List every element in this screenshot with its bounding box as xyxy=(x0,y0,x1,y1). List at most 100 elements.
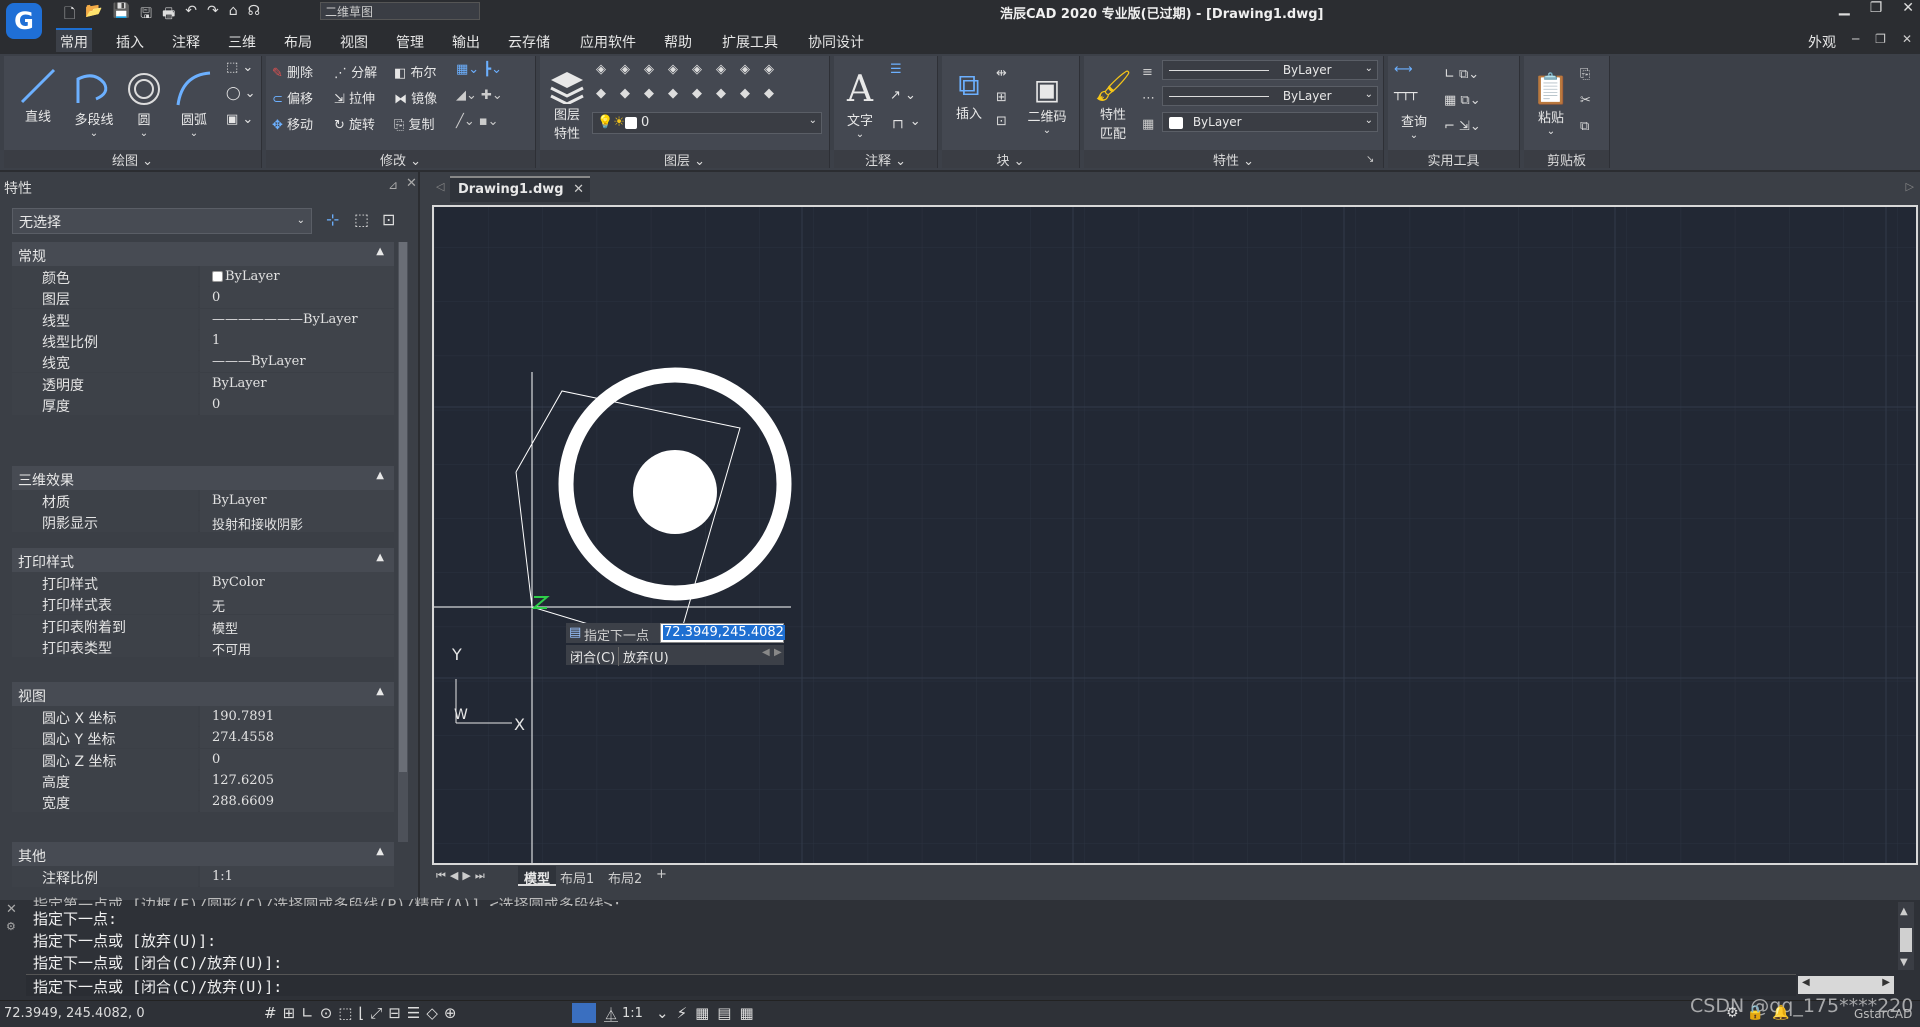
query-button[interactable]: 查询 ⌄ xyxy=(1394,104,1434,148)
doc-minimize-icon[interactable]: ─ xyxy=(1852,32,1859,46)
app-logo[interactable]: G xyxy=(6,3,42,39)
property-value[interactable]: 1 xyxy=(200,329,394,351)
palette-close-icon[interactable]: ✕ xyxy=(406,176,417,191)
donut-inner[interactable] xyxy=(633,450,717,534)
tab-right-arrow[interactable]: ▷ xyxy=(1906,180,1914,193)
command-input[interactable] xyxy=(26,974,1796,996)
layer-properties-button[interactable]: 图层 特性 xyxy=(544,60,590,150)
menu-item[interactable]: 输出 xyxy=(452,32,480,52)
property-value[interactable]: ———————ByLayer xyxy=(200,308,394,330)
annotation-scale[interactable]: 1:1 xyxy=(622,1006,643,1021)
draw-panel-label[interactable]: 绘图 ⌄ xyxy=(4,150,261,169)
insert-block-button[interactable]: ⧉ 插入 xyxy=(946,60,992,130)
property-value[interactable]: ———ByLayer xyxy=(200,351,394,373)
menu-item[interactable]: 常用 xyxy=(60,32,88,52)
options-prev-icon[interactable]: ◀ xyxy=(762,647,770,658)
cmd-scrollbar[interactable]: ▲ ▼ xyxy=(1898,902,1914,970)
restore-icon[interactable]: ❐ xyxy=(1870,0,1883,16)
property-value[interactable]: 288.6609 xyxy=(200,791,394,813)
array-icon[interactable]: ▦⌄ ┣⌄ xyxy=(456,62,502,77)
explode-button[interactable]: ⋰ 分解 xyxy=(334,62,377,81)
menu-item[interactable]: 帮助 xyxy=(664,32,692,52)
line-tool[interactable]: 直线 xyxy=(10,60,66,130)
property-row[interactable]: 打印表附着到 模型 xyxy=(12,614,394,637)
property-row[interactable]: 注释比例 1:1 xyxy=(12,866,394,887)
text-button[interactable]: A 文字 ⌄ xyxy=(838,60,882,148)
property-value[interactable]: 模型 xyxy=(200,614,394,637)
menu-item[interactable]: 扩展工具 xyxy=(722,32,778,52)
property-value[interactable]: 190.7891 xyxy=(200,706,394,727)
minimize-icon[interactable]: ▁ xyxy=(1839,0,1850,16)
color-dropdown[interactable]: ByLayer ⌄ xyxy=(1162,112,1378,132)
property-row[interactable]: 宽度 288.6609 xyxy=(12,791,394,813)
layer-tools-row2[interactable]: ◆◆◆◆◆◆◆◆ xyxy=(596,86,788,101)
fillet-icon[interactable]: ◢⌄ ✚⌄ xyxy=(456,88,503,103)
menu-item[interactable]: 云存储 xyxy=(508,32,550,52)
group-general[interactable]: 常规 ▲ xyxy=(12,242,394,266)
rectangle-icon[interactable]: ▣ ⌄ xyxy=(226,112,253,127)
property-value[interactable]: 无 xyxy=(200,593,394,615)
annotation-scale-icon[interactable]: ⏅ xyxy=(604,1005,618,1025)
options-next-icon[interactable]: ▶ xyxy=(774,647,782,658)
property-value[interactable]: 1:1 xyxy=(200,866,394,887)
workspace-dropdown[interactable]: 二维草图 xyxy=(320,2,480,20)
property-row[interactable]: 厚度 0 xyxy=(12,393,394,415)
option-undo[interactable]: 放弃(U) xyxy=(618,647,669,666)
panel-expand-icon[interactable]: ↘ xyxy=(1366,154,1374,165)
quick-select-icon[interactable]: ⊹ xyxy=(326,210,339,229)
property-row[interactable]: 颜色 ByLayer xyxy=(12,266,394,287)
lineweight-dropdown[interactable]: ByLayer ⌄ xyxy=(1162,86,1378,106)
match-properties-button[interactable]: 🖌 特性 匹配 xyxy=(1088,60,1138,150)
close-icon[interactable]: ✕ xyxy=(1902,0,1914,16)
settings-icons[interactable]: ⚙🔒🔔 xyxy=(1726,1005,1797,1021)
property-row[interactable]: 材质 ByLayer xyxy=(12,490,394,511)
tab-left-arrow[interactable]: ◁ xyxy=(436,180,444,193)
mirror-button[interactable]: ⧓ 镜像 xyxy=(394,88,437,107)
dimension-icon[interactable]: ┌┐ ⌄ xyxy=(890,114,921,129)
layer-panel-label[interactable]: 图层 ⌄ xyxy=(540,150,829,169)
property-row[interactable]: 打印样式 ByColor xyxy=(12,572,394,593)
document-tab[interactable]: Drawing1.dwg ✕ xyxy=(450,176,590,202)
status-tools[interactable]: ⌄⚡▦▤▦ xyxy=(656,1004,762,1022)
property-row[interactable]: 高度 127.6205 xyxy=(12,769,394,791)
add-layout-button[interactable]: + xyxy=(656,867,667,882)
block-edit-icons[interactable]: ⇹ ⊞ ⊡ xyxy=(996,62,1007,134)
property-row[interactable]: 线宽 ———ByLayer xyxy=(12,351,394,373)
property-value[interactable]: 不可用 xyxy=(200,635,394,658)
group-view[interactable]: 视图 ▲ xyxy=(12,682,394,706)
circle-tool[interactable]: 圆 ⌄ xyxy=(122,60,166,148)
rotate-button[interactable]: ↻ 旋转 xyxy=(334,114,375,133)
menu-item[interactable]: 协同设计 xyxy=(808,32,864,52)
layer-dropdown[interactable]: 💡☀ 0 ⌄ xyxy=(592,112,822,134)
tab-model[interactable]: 模型 xyxy=(518,866,557,887)
palette-pin-icon[interactable]: ⊿ xyxy=(388,178,398,192)
leader-icon[interactable]: ↗ ⌄ xyxy=(890,88,916,103)
property-row[interactable]: 图层 0 xyxy=(12,287,394,309)
property-value[interactable]: 0 xyxy=(200,393,394,415)
linetype-dropdown[interactable]: ByLayer ⌄ xyxy=(1162,60,1378,80)
tab-layout1[interactable]: 布局1 xyxy=(560,868,594,887)
option-close[interactable]: 闭合(C) xyxy=(570,647,615,666)
property-row[interactable]: 圆心 Z 坐标 0 xyxy=(12,748,394,770)
property-value[interactable]: ByColor xyxy=(200,572,394,593)
property-value[interactable]: 274.4558 xyxy=(200,727,394,749)
menu-item[interactable]: 三维 xyxy=(228,32,256,52)
block-panel-label[interactable]: 块 ⌄ xyxy=(942,150,1079,169)
property-value[interactable]: 0 xyxy=(200,748,394,770)
group-plot[interactable]: 打印样式 ▲ xyxy=(12,548,394,572)
property-value[interactable]: ByLayer xyxy=(200,266,394,287)
property-value[interactable]: ByLayer xyxy=(200,372,394,394)
erase-button[interactable]: ✎ 删除 xyxy=(272,62,313,81)
selection-dropdown[interactable]: 无选择 ⌄ xyxy=(12,208,312,234)
table-icon[interactable]: ☰ xyxy=(890,62,902,77)
cmd-config-icon[interactable]: ⚙ xyxy=(6,920,16,933)
property-row[interactable]: 线型比例 1 xyxy=(12,329,394,351)
property-row[interactable]: 线型 ———————ByLayer xyxy=(12,308,394,330)
dynamic-input-toggle[interactable] xyxy=(572,1003,596,1023)
trim-icon[interactable]: ╱⌄ ▪⌄ xyxy=(456,114,499,129)
property-row[interactable]: 阴影显示 投射和接收阴影 xyxy=(12,511,394,533)
offset-button[interactable]: ⊂ 偏移 xyxy=(272,88,313,107)
property-row[interactable]: 打印样式表无 xyxy=(12,593,394,615)
clip-tools[interactable]: ⎘ ✂ ⧉ xyxy=(1580,62,1591,140)
tab-layout2[interactable]: 布局2 xyxy=(608,868,642,887)
